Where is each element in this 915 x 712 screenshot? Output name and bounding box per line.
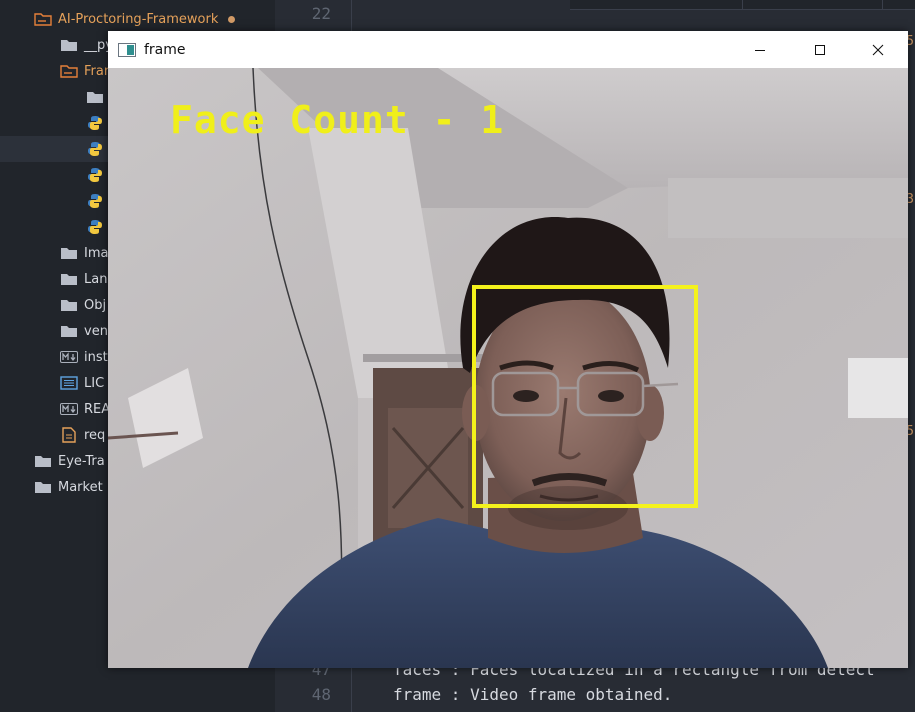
close-icon: [872, 44, 884, 55]
frame-window[interactable]: frame Face Count - 1: [108, 31, 908, 668]
license-file-icon: [60, 375, 78, 391]
explorer-item-label: ven: [84, 323, 108, 339]
minimize-icon: [755, 49, 765, 51]
webcam-frame: Face Count - 1: [108, 68, 908, 668]
python-file-icon: [86, 219, 104, 235]
folder-open-icon: [34, 11, 52, 27]
explorer-item-label: Market: [58, 479, 103, 495]
explorer-item-label: Ima: [84, 245, 109, 261]
opencv-window-icon: [118, 42, 136, 57]
folder-icon: [34, 479, 52, 495]
folder-icon: [60, 271, 78, 287]
explorer-item-label: req: [84, 427, 106, 443]
explorer-item-label: LIC: [84, 375, 105, 391]
explorer-item-label: Eye-Tra: [58, 453, 105, 469]
modified-indicator: [228, 15, 236, 23]
editor-tab-strip: [570, 0, 915, 10]
folder-icon: [86, 89, 104, 105]
explorer-item[interactable]: AI-Proctoring-Framework: [0, 6, 275, 32]
window-titlebar[interactable]: frame: [108, 31, 908, 68]
close-button[interactable]: [848, 31, 908, 68]
maximize-button[interactable]: [790, 31, 850, 68]
code-line[interactable]: frame : Video frame obtained.: [393, 685, 672, 704]
python-file-icon: [86, 193, 104, 209]
explorer-item-label: AI-Proctoring-Framework: [58, 11, 219, 27]
python-file-icon: [86, 167, 104, 183]
python-file-icon: [86, 141, 104, 157]
explorer-item-label: Obj: [84, 297, 107, 313]
maximize-icon: [815, 44, 825, 55]
folder-icon: [60, 37, 78, 53]
markdown-file-icon: [60, 349, 78, 365]
explorer-item-label: inst: [84, 349, 108, 365]
python-file-icon: [86, 115, 104, 131]
window-title: frame: [144, 41, 186, 58]
line-number: 22: [311, 4, 331, 23]
explorer-item-label: Lan: [84, 271, 108, 287]
text-file-icon: [60, 427, 78, 443]
folder-icon: [60, 297, 78, 313]
folder-icon: [34, 453, 52, 469]
line-number: 48: [311, 685, 331, 704]
folder-icon: [60, 245, 78, 261]
explorer-item-label: REA: [84, 401, 111, 417]
face-detection-box: [472, 285, 698, 508]
minimize-button[interactable]: [730, 31, 790, 68]
folder-open-icon: [60, 63, 78, 79]
folder-icon: [60, 323, 78, 339]
face-count-label: Face Count - 1: [170, 98, 505, 142]
markdown-file-icon: [60, 401, 78, 417]
